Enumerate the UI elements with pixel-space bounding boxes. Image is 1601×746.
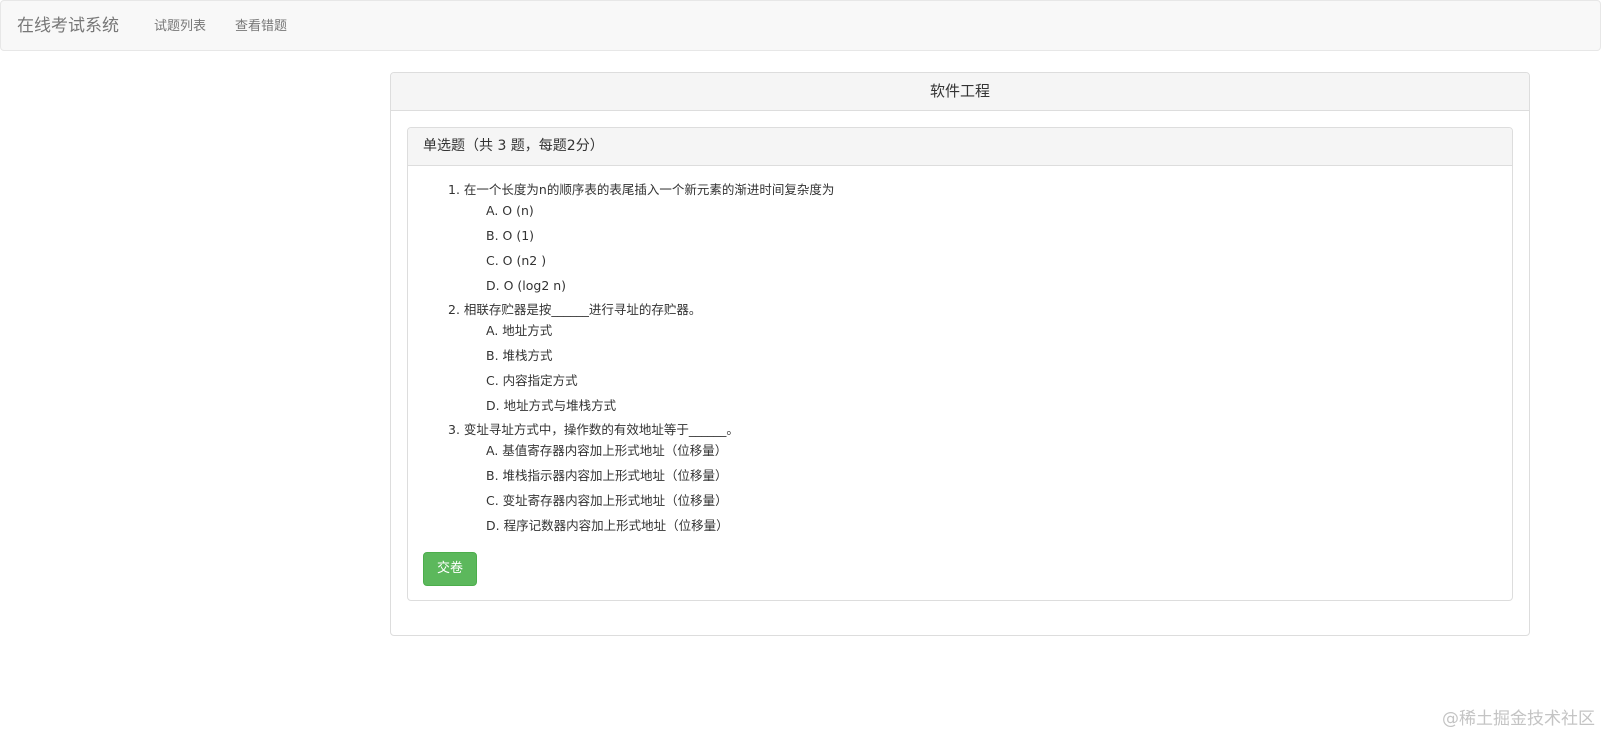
- question-title: 1. 在一个长度为n的顺序表的表尾插入一个新元素的渐进时间复杂度为: [448, 182, 835, 197]
- exam-panel: 软件工程 单选题（共 3 题，每题2分） 1. 在一个长度为n的顺序表的表尾插入…: [390, 72, 1530, 636]
- nav-question-list[interactable]: 试题列表: [154, 18, 206, 36]
- option-c[interactable]: C. 内容指定方式: [486, 372, 578, 390]
- question-title: 3. 变址寻址方式中，操作数的有效地址等于______。: [448, 422, 739, 437]
- section-title: 单选题（共 3 题，每题2分）: [408, 128, 1512, 166]
- submit-button[interactable]: 交卷: [423, 552, 477, 586]
- watermark: @稀土掘金技术社区: [1442, 709, 1595, 729]
- brand-title[interactable]: 在线考试系统: [17, 15, 119, 37]
- option-c[interactable]: C. 变址寄存器内容加上形式地址（位移量）: [486, 492, 728, 510]
- option-a[interactable]: A. 地址方式: [486, 322, 552, 340]
- option-b[interactable]: B. 堆栈指示器内容加上形式地址（位移量）: [486, 467, 728, 485]
- question-title: 2. 相联存贮器是按______进行寻址的存贮器。: [448, 302, 702, 317]
- nav-links: 试题列表 查看错题: [154, 18, 287, 36]
- single-choice-section: 单选题（共 3 题，每题2分） 1. 在一个长度为n的顺序表的表尾插入一个新元素…: [407, 127, 1513, 601]
- option-c[interactable]: C. O (n2 ): [486, 252, 546, 270]
- exam-title: 软件工程: [391, 73, 1529, 111]
- option-d[interactable]: D. O (log2 n): [486, 277, 566, 295]
- option-a[interactable]: A. O (n): [486, 202, 534, 220]
- nav-wrong-questions[interactable]: 查看错题: [235, 18, 287, 36]
- top-navbar: 在线考试系统 试题列表 查看错题: [0, 0, 1601, 51]
- option-b[interactable]: B. O (1): [486, 227, 534, 245]
- option-d[interactable]: D. 地址方式与堆栈方式: [486, 397, 616, 415]
- option-d[interactable]: D. 程序记数器内容加上形式地址（位移量）: [486, 517, 729, 535]
- option-a[interactable]: A. 基值寄存器内容加上形式地址（位移量）: [486, 442, 727, 460]
- option-b[interactable]: B. 堆栈方式: [486, 347, 553, 365]
